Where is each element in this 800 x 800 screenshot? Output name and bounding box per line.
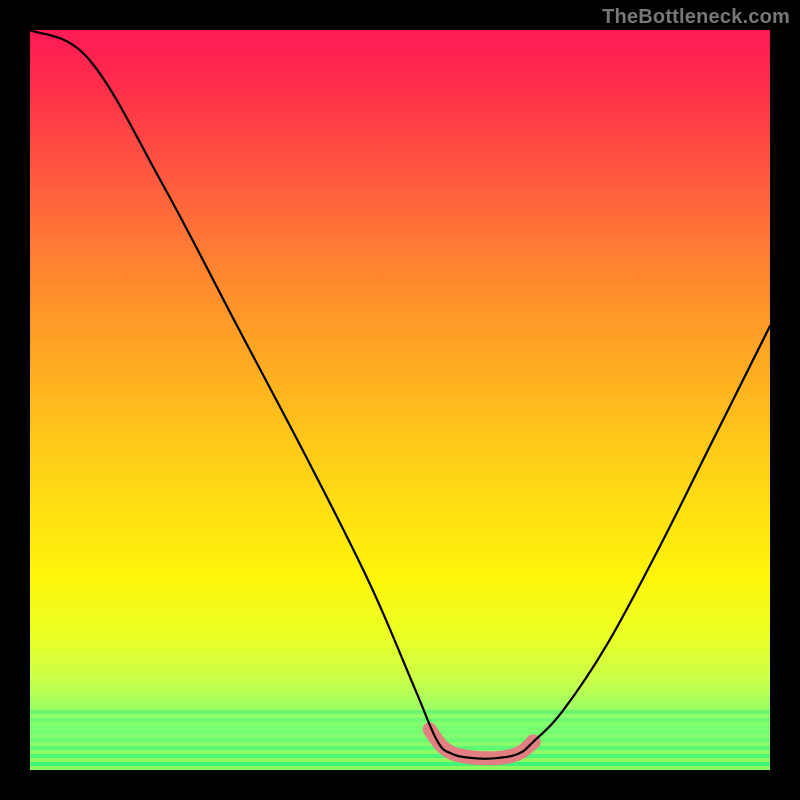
- watermark-text: TheBottleneck.com: [602, 6, 790, 29]
- chart-frame: TheBottleneck.com: [0, 0, 800, 800]
- plot-area: [30, 30, 770, 770]
- curve-layer: [30, 30, 770, 770]
- bottleneck-curve-path: [30, 30, 770, 759]
